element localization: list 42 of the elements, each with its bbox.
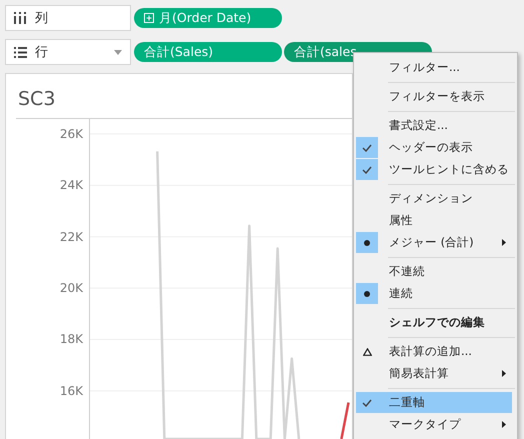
- checkbox[interactable]: [356, 159, 378, 180]
- menu-item[interactable]: マークタイプ: [356, 414, 512, 435]
- menu-item[interactable]: ヘッダーの表示: [356, 137, 512, 158]
- menu-item[interactable]: 不連続: [356, 261, 512, 282]
- menu-item[interactable]: ディメンション: [356, 188, 512, 209]
- check-icon: [362, 398, 372, 406]
- menu-item[interactable]: フィルターを表示: [356, 86, 512, 107]
- checkbox[interactable]: [356, 137, 378, 158]
- menu-item[interactable]: 二重軸: [356, 392, 512, 413]
- submenu-arrow-icon: [502, 421, 506, 428]
- axis-label: 20K: [60, 280, 83, 296]
- sheet-title: SC3: [17, 87, 56, 109]
- axis-label: 22K: [60, 228, 83, 245]
- menu-item[interactable]: シェルフでの編集: [356, 312, 512, 333]
- triangle-icon: [362, 348, 372, 356]
- menu-item[interactable]: 簡易表計算: [356, 363, 512, 384]
- axis-label: 16K: [60, 382, 83, 399]
- axis-label: 26K: [60, 126, 83, 142]
- line-series: [340, 402, 350, 439]
- axis-label: 24K: [60, 177, 83, 194]
- bullet-icon: [364, 240, 370, 246]
- menu-item[interactable]: 表計算の追加...: [356, 341, 512, 362]
- menu-item[interactable]: フィルター...: [356, 57, 512, 78]
- radio-indicator[interactable]: [356, 232, 378, 253]
- menu-item[interactable]: 属性: [356, 210, 512, 231]
- rows-icon: [14, 46, 27, 58]
- expand-icon[interactable]: [144, 13, 154, 23]
- axis-label: 18K: [60, 331, 83, 348]
- menu-item[interactable]: 書式設定...: [356, 115, 512, 136]
- menu-item[interactable]: ツールヒントに含める: [356, 159, 512, 180]
- menu-item[interactable]: 連続: [356, 283, 512, 304]
- check-icon: [362, 144, 372, 152]
- bullet-icon: [364, 290, 370, 296]
- check-icon: [362, 166, 372, 174]
- submenu-arrow-icon: [502, 239, 506, 246]
- radio-indicator[interactable]: [356, 283, 378, 304]
- dropdown-caret-icon[interactable]: [114, 50, 122, 54]
- shelf-name: 列: [35, 10, 49, 27]
- shelf-name: 行: [35, 44, 49, 61]
- menu-item[interactable]: メジャー (合計): [356, 232, 512, 253]
- columns-icon: [14, 12, 27, 24]
- submenu-arrow-icon: [502, 370, 506, 377]
